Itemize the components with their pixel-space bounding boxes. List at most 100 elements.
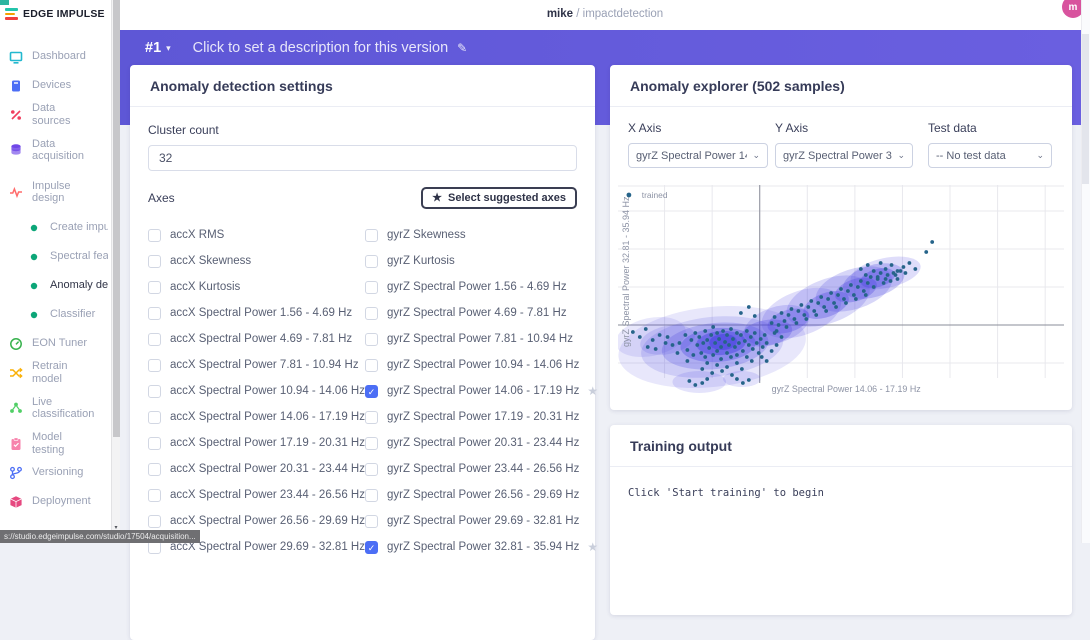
edge-impulse-logo[interactable]: EDGE IMPULSE [0, 0, 120, 20]
checkbox-accx-spectral-power-17-19-20-31-hz[interactable] [148, 437, 161, 450]
axis-label: accX Spectral Power 7.81 - 10.94 Hz [170, 359, 359, 371]
checkbox-accx-spectral-power-1-56-4-69-hz[interactable] [148, 307, 161, 320]
checkbox-accx-spectral-power-23-44-26-56-hz[interactable] [148, 489, 161, 502]
checkbox-accx-spectral-power-14-06-17-19-hz[interactable] [148, 411, 161, 424]
page-scrollbar[interactable] [1081, 0, 1090, 543]
sidebar-item-data-acquisition[interactable]: Data acquisition [0, 129, 120, 171]
sidebar-item-eon-tuner[interactable]: EON Tuner [0, 329, 120, 358]
sidebar-item-anomaly-detection[interactable]: Anomaly detection [0, 271, 120, 300]
checkbox-gyrz-spectral-power-10-94-14-06-hz[interactable] [365, 359, 378, 372]
sidebar-nav: Dashboard Devices Data sourcesData acquisi… [0, 42, 120, 516]
breadcrumb-user[interactable]: mike [547, 8, 573, 20]
axis-label: gyrZ Kurtosis [387, 255, 455, 267]
checkbox-gyrz-spectral-power-32-81-35-94-hz[interactable]: ✓ [365, 541, 378, 554]
checkbox-gyrz-spectral-power-29-69-32-81-hz[interactable] [365, 515, 378, 528]
bullet-icon [27, 221, 41, 235]
training-card-title: Training output [610, 425, 1072, 467]
checkbox-accx-spectral-power-26-56-29-69-hz[interactable] [148, 515, 161, 528]
dashboard-icon [9, 50, 23, 64]
version-description[interactable]: Click to set a description for this vers… [193, 40, 448, 56]
star-icon: ★ [587, 384, 598, 398]
checkbox-gyrz-spectral-power-23-44-26-56-hz[interactable] [365, 463, 378, 476]
select-suggested-axes-button[interactable]: ★ Select suggested axes [421, 187, 577, 209]
edit-icon[interactable]: ✎ [457, 41, 467, 55]
axis-label: gyrZ Spectral Power 29.69 - 32.81 Hz [387, 515, 579, 527]
axis-label: gyrZ Spectral Power 23.44 - 26.56 Hz [387, 463, 579, 475]
sidebar-scrollbar-thumb[interactable] [113, 0, 120, 437]
checkbox-accx-kurtosis[interactable] [148, 281, 161, 294]
sidebar-item-retrain-model[interactable]: Retrain model [0, 358, 120, 387]
axis-label: accX RMS [170, 229, 224, 241]
checkbox-gyrz-spectral-power-17-19-20-31-hz[interactable] [365, 411, 378, 424]
checkbox-gyrz-spectral-power-7-81-10-94-hz[interactable] [365, 333, 378, 346]
axis-row: gyrZ Skewness [365, 222, 598, 248]
checkbox-accx-spectral-power-10-94-14-06-hz[interactable] [148, 385, 161, 398]
checkbox-accx-spectral-power-4-69-7-81-hz[interactable] [148, 333, 161, 346]
test-data-label: Test data [928, 121, 1052, 135]
axis-row: gyrZ Kurtosis [365, 248, 598, 274]
browser-status-link: s://studio.edgeimpulse.com/studio/17504/… [0, 530, 200, 543]
sidebar-item-label: Impulse design [32, 180, 96, 205]
checkbox-gyrz-spectral-power-26-56-29-69-hz[interactable] [365, 489, 378, 502]
axis-row: gyrZ Spectral Power 4.69 - 7.81 Hz [365, 300, 598, 326]
chevron-down-icon[interactable]: ▾ [166, 43, 171, 54]
axis-label: accX Spectral Power 23.44 - 26.56 Hz [170, 489, 365, 501]
checkbox-gyrz-spectral-power-14-06-17-19-hz[interactable]: ✓ [365, 385, 378, 398]
sidebar-item-model-testing[interactable]: Model testing [0, 429, 120, 458]
x-axis-value: gyrZ Spectral Power 14.06 - 17.19 Hz [636, 150, 747, 162]
svg-text:gyrZ Spectral Power 32.81 - 35: gyrZ Spectral Power 32.81 - 35.94 Hz [621, 196, 631, 347]
checkbox-gyrz-skewness[interactable] [365, 229, 378, 242]
sidebar-item-label: Live classification [32, 396, 96, 421]
axis-label: accX Skewness [170, 255, 251, 267]
sidebar-item-dashboard[interactable]: Dashboard [0, 42, 120, 71]
checkbox-gyrz-spectral-power-20-31-23-44-hz[interactable] [365, 437, 378, 450]
corner-artifact [0, 0, 9, 5]
cluster-count-input[interactable] [148, 145, 577, 171]
edge-impulse-logo-icon [5, 8, 18, 20]
sidebar-item-impulse-design[interactable]: Impulse design [0, 171, 120, 213]
axis-row: accX Spectral Power 14.06 - 17.19 Hz [148, 404, 365, 430]
sidebar-item-data-sources[interactable]: Data sources [0, 100, 120, 129]
deployment-icon [9, 495, 23, 509]
axis-label: gyrZ Spectral Power 17.19 - 20.31 Hz [387, 411, 579, 423]
sidebar-item-classifier[interactable]: Classifier [0, 300, 120, 329]
breadcrumb-project[interactable]: impactdetection [583, 8, 664, 20]
test-data-select[interactable]: -- No test data ⌄ [928, 143, 1052, 168]
sidebar-item-devices[interactable]: Devices [0, 71, 120, 100]
data-sources-icon [9, 108, 23, 122]
page-scrollbar-thumb[interactable] [1082, 34, 1089, 184]
sidebar-item-label: Devices [32, 79, 96, 92]
sidebar-item-versioning[interactable]: Versioning [0, 458, 120, 487]
bullet-icon [27, 250, 41, 264]
checkbox-accx-spectral-power-7-81-10-94-hz[interactable] [148, 359, 161, 372]
checkbox-gyrz-kurtosis[interactable] [365, 255, 378, 268]
anomaly-scatter-chart[interactable]: trained gyrZ Spectral Power 32.81 - 35.94… [618, 185, 1064, 401]
impulse-design-icon [9, 185, 23, 199]
bullet-icon [27, 308, 41, 322]
checkbox-gyrz-spectral-power-1-56-4-69-hz[interactable] [365, 281, 378, 294]
sidebar-item-spectral-features[interactable]: Spectral features [0, 242, 120, 271]
axis-label: gyrZ Spectral Power 10.94 - 14.06 Hz [387, 359, 579, 371]
checkbox-accx-skewness[interactable] [148, 255, 161, 268]
axis-row: gyrZ Spectral Power 17.19 - 20.31 Hz [365, 404, 598, 430]
svg-text:trained: trained [642, 190, 668, 200]
explorer-card-title: Anomaly explorer (502 samples) [610, 65, 1072, 107]
axis-label: accX Spectral Power 14.06 - 17.19 Hz [170, 411, 365, 423]
sidebar-item-label: Model testing [32, 431, 96, 456]
sidebar-item-create-impulse[interactable]: Create impulse [0, 213, 120, 242]
checkbox-accx-spectral-power-20-31-23-44-hz[interactable] [148, 463, 161, 476]
sidebar-item-live-classification[interactable]: Live classification [0, 387, 120, 429]
cluster-count-label: Cluster count [148, 123, 577, 137]
y-axis-select[interactable]: gyrZ Spectral Power 32.81 - 35.94 Hz ⌄ [775, 143, 913, 168]
sidebar-item-label: Spectral features [50, 250, 108, 263]
version-selector[interactable]: #1 [145, 40, 161, 56]
axis-row: gyrZ Spectral Power 26.56 - 29.69 Hz [365, 482, 598, 508]
sidebar-item-label: Classifier [50, 308, 108, 321]
sidebar-item-deployment[interactable]: Deployment [0, 487, 120, 516]
x-axis-select[interactable]: gyrZ Spectral Power 14.06 - 17.19 Hz ⌄ [628, 143, 768, 168]
retrain-model-icon [9, 366, 23, 380]
checkbox-accx-rms[interactable] [148, 229, 161, 242]
checkbox-gyrz-spectral-power-4-69-7-81-hz[interactable] [365, 307, 378, 320]
sidebar-scrollbar[interactable]: ▾ [111, 0, 120, 543]
axis-row: accX Spectral Power 17.19 - 20.31 Hz [148, 430, 365, 456]
